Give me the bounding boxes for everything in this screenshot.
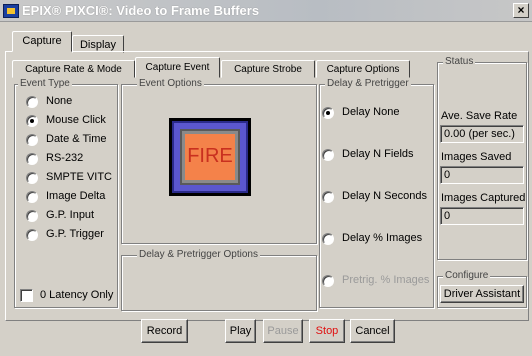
ave-save-rate-field: 0.00 (per sec.) [440,125,524,143]
event-type-radio-6[interactable] [26,210,38,222]
fire-button[interactable]: FIRE [169,118,251,196]
record-button[interactable]: Record [141,319,188,343]
fire-button-frame: FIRE [172,121,248,193]
event-type-radio-4[interactable] [26,172,38,184]
event-type-label-2: Date & Time [46,133,107,145]
event-type-label-1: Mouse Click [46,114,106,126]
fire-label: FIRE [187,145,233,167]
event-type-label-3: RS-232 [46,152,84,164]
event-options-legend: Event Options [137,78,204,89]
tab-capture[interactable]: Capture [12,31,72,52]
configure-legend: Configure [443,270,491,281]
tab-capture-options[interactable]: Capture Options [316,60,410,78]
zero-latency-label: 0 Latency Only [40,289,114,301]
stop-button[interactable]: Stop [309,319,345,343]
window-title: EPIX® PIXCI®: Video to Frame Buffers [22,3,260,18]
event-type-radio-7[interactable] [26,229,38,241]
event-type-label-5: Image Delta [46,190,106,202]
driver-assistant-button[interactable]: Driver Assistant [440,285,524,303]
delay-radio-4[interactable] [322,275,334,287]
images-captured-field: 0 [440,207,524,225]
radio-selected-dot [326,111,330,115]
images-captured-label: Images Captured [441,192,526,204]
delay-radio-2[interactable] [322,191,334,203]
cancel-button[interactable]: Cancel [350,319,395,343]
status-legend: Status [443,56,476,67]
pause-button[interactable]: Pause [263,319,303,343]
images-saved-field: 0 [440,166,524,184]
event-type-label-6: G.P. Input [46,209,95,221]
app-icon [3,4,19,18]
event-type-radio-0[interactable] [26,96,38,108]
delay-pretrigger-options-legend: Delay & Pretrigger Options [137,249,260,260]
tab-capture-event[interactable]: Capture Event [135,57,220,78]
delay-label-1: Delay N Fields [342,148,414,160]
event-type-legend: Event Type [18,78,72,89]
delay-label-0: Delay None [342,106,400,118]
event-type-radio-3[interactable] [26,153,38,165]
event-type-label-4: SMPTE VITC [46,171,113,183]
tab-capture-rate-mode[interactable]: Capture Rate & Mode [12,60,135,78]
event-type-label-7: G.P. Trigger [46,228,104,240]
delay-pretrigger-legend: Delay & Pretrigger [325,78,411,89]
delay-pretrigger-options-group [121,255,317,311]
images-saved-label: Images Saved [441,151,512,163]
delay-radio-1[interactable] [322,149,334,161]
zero-latency-checkbox[interactable] [20,289,33,302]
event-type-radio-5[interactable] [26,191,38,203]
close-button[interactable]: × [513,3,529,18]
tab-capture-strobe[interactable]: Capture Strobe [221,60,315,78]
fire-button-bezel: FIRE [180,129,240,185]
delay-label-2: Delay N Seconds [342,190,427,202]
play-button[interactable]: Play [225,319,256,343]
event-type-radio-2[interactable] [26,134,38,146]
ave-save-rate-label: Ave. Save Rate [441,110,518,122]
event-type-radio-1[interactable] [26,115,38,127]
delay-radio-3[interactable] [322,233,334,245]
fire-button-face: FIRE [185,134,235,180]
delay-label-3: Delay % Images [342,232,423,244]
title-bar: EPIX® PIXCI®: Video to Frame Buffers × [0,0,532,22]
event-type-label-0: None [46,95,73,107]
delay-radio-0[interactable] [322,107,334,119]
radio-selected-dot [30,119,34,123]
delay-label-4: Pretrig. % Images [342,274,430,286]
